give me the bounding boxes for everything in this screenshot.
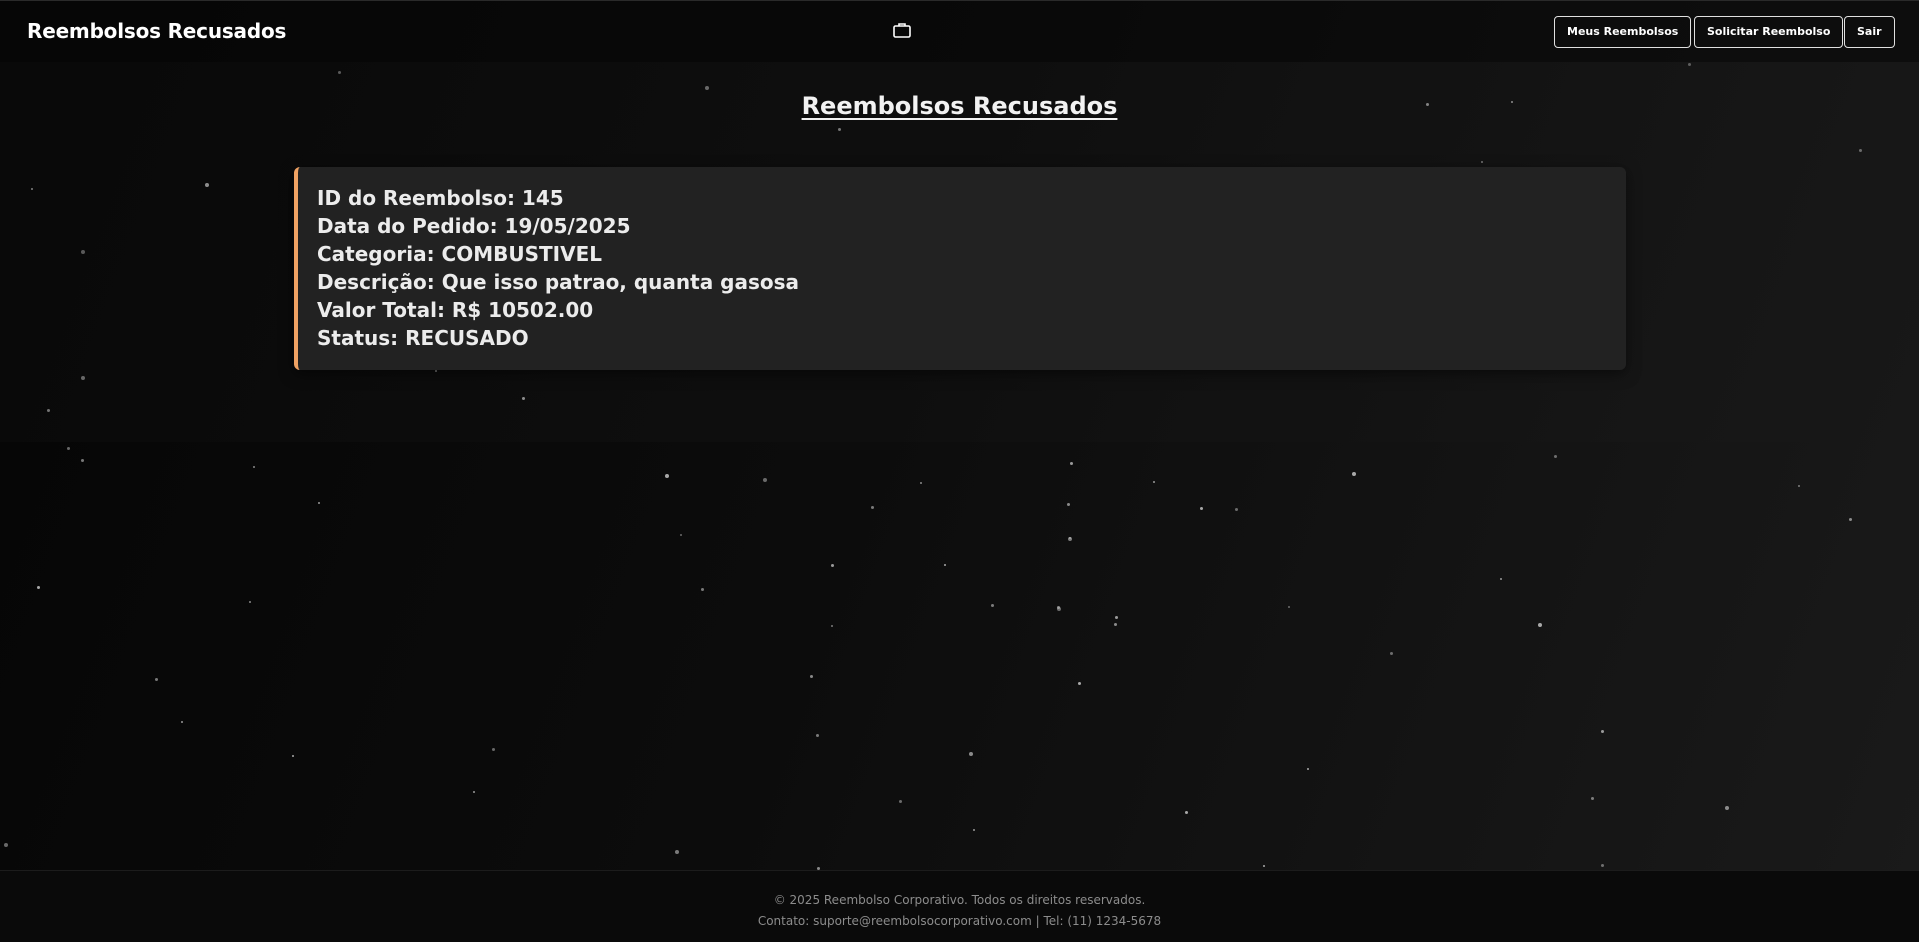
navbar: Reembolsos Recusados Meus Reembolsos Sol… [0, 0, 1919, 62]
footer-copyright: © 2025 Reembolso Corporativo. Todos os d… [773, 893, 1146, 907]
star-dot [1057, 606, 1060, 609]
star-dot [810, 675, 813, 678]
star-dot [1725, 806, 1729, 810]
page-title: Reembolsos Recusados [801, 92, 1118, 120]
star-dot [181, 721, 183, 723]
reembolso-id: ID do Reembolso: 145 [317, 186, 564, 210]
reembolso-descricao: Descrição: Que isso patrao, quanta gasos… [317, 270, 800, 294]
star-dot [763, 478, 767, 482]
star-dot [1068, 537, 1072, 541]
star-dot [675, 850, 679, 854]
star-dot [492, 748, 495, 751]
star-dot [1288, 606, 1290, 608]
star-dot [920, 482, 922, 484]
star-dot [1307, 768, 1309, 770]
star-dot [253, 466, 255, 468]
sair-button[interactable]: Sair [1844, 16, 1895, 48]
star-dot [1069, 537, 1071, 539]
star-dot [1849, 518, 1852, 521]
reembolso-categoria: Categoria: COMBUSTIVEL [317, 242, 602, 266]
brand-title: Reembolsos Recusados [27, 19, 287, 43]
star-dot [1078, 682, 1081, 685]
reembolso-status: Status: RECUSADO [317, 326, 529, 350]
star-dot [944, 564, 946, 566]
star-dot [969, 752, 973, 756]
star-dot [318, 502, 320, 504]
meus-reembolsos-button[interactable]: Meus Reembolsos [1554, 16, 1692, 48]
star-dot [1185, 811, 1188, 814]
star-dot [1200, 507, 1203, 510]
star-dot [831, 564, 834, 567]
star-dot [665, 474, 669, 478]
star-dot [1601, 730, 1604, 733]
footer: © 2025 Reembolso Corporativo. Todos os d… [0, 870, 1919, 942]
star-dot [701, 588, 704, 591]
star-dot [1601, 864, 1604, 867]
star-dot [249, 601, 251, 603]
solicitar-reembolso-button[interactable]: Solicitar Reembolso [1694, 16, 1844, 48]
page: Reembolsos Recusados Meus Reembolsos Sol… [0, 0, 1919, 942]
star-dot [473, 791, 475, 793]
star-dot [1057, 607, 1061, 611]
star-dot [1352, 472, 1356, 476]
footer-contact: Contato: suporte@reembolsocorporativo.co… [757, 914, 1162, 928]
star-dot [81, 459, 84, 462]
star-dot [1153, 481, 1155, 483]
star-dot [1115, 616, 1118, 619]
star-dot [680, 534, 682, 536]
star-dot [871, 506, 874, 509]
star-dot [1114, 623, 1117, 626]
reembolso-valor-total: Valor Total: R$ 10502.00 [317, 298, 594, 322]
star-dot [1263, 865, 1265, 867]
star-dot [1070, 462, 1073, 465]
star-dot [1538, 623, 1542, 627]
star-dot [292, 755, 294, 757]
star-dot [899, 800, 902, 803]
reembolso-data-pedido: Data do Pedido: 19/05/2025 [317, 214, 631, 238]
star-dot [1591, 797, 1594, 800]
star-dot [67, 447, 70, 450]
star-dot [991, 604, 994, 607]
star-dot [973, 829, 975, 831]
star-dot [831, 625, 833, 627]
star-dot [1554, 455, 1557, 458]
star-dot [37, 586, 40, 589]
star-dot [4, 843, 8, 847]
star-dot [816, 734, 819, 737]
star-dot [155, 678, 158, 681]
briefcase-icon [893, 22, 911, 38]
reembolso-card: ID do Reembolso: 145 Data do Pedido: 19/… [294, 167, 1626, 370]
star-dot [1235, 508, 1238, 511]
star-dot [1500, 578, 1502, 580]
star-dot [1798, 485, 1800, 487]
star-dot [1067, 503, 1070, 506]
star-dot [1390, 652, 1393, 655]
